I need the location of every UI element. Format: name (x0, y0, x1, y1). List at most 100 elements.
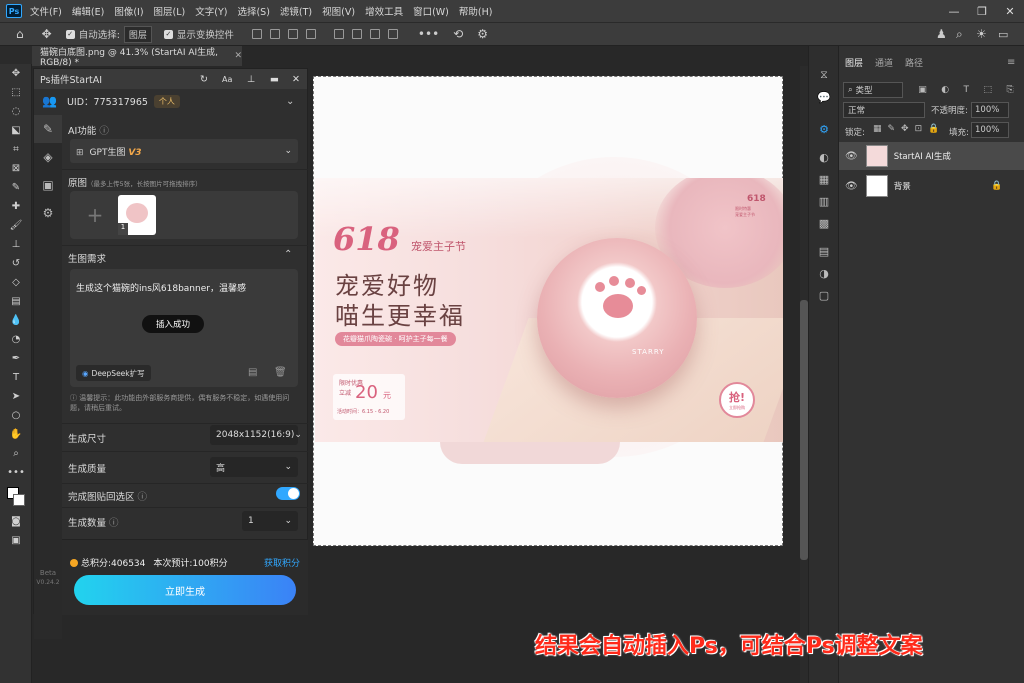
screen-mode-icon[interactable]: ▣ (0, 531, 32, 550)
pixel-filter-icon[interactable]: ▣ (918, 85, 927, 95)
layer-filter-dropdown[interactable]: ⌕ 类型 (843, 82, 903, 98)
properties-icon[interactable]: ▢ (809, 284, 839, 306)
more-tools-icon[interactable]: ••• (0, 463, 32, 482)
menu-file[interactable]: 文件(F) (30, 4, 62, 18)
add-image-icon[interactable]: + (76, 195, 114, 235)
align-left-icon[interactable] (251, 29, 262, 39)
shape-tool-icon[interactable]: ○ (0, 406, 32, 425)
zoom-tool-icon[interactable]: ⌕ (0, 444, 32, 463)
gradients-icon[interactable]: ▥ (809, 190, 839, 212)
refresh-icon[interactable]: ↻ (200, 74, 208, 85)
close-plugin-icon[interactable]: ✕ (292, 74, 300, 85)
distribute-vertical-icon[interactable] (387, 29, 398, 39)
frame-tool-icon[interactable]: ⊠ (0, 159, 32, 178)
blend-mode-dropdown[interactable]: 正常 (843, 102, 925, 118)
auto-select-dropdown[interactable]: 图层 (123, 25, 152, 43)
layer-row[interactable]: 👁 StartAI AI生成 (839, 142, 1024, 170)
tab-layers[interactable]: 图层 (839, 56, 869, 69)
align-center-icon[interactable] (269, 29, 280, 39)
search-icon[interactable]: ⌕ (956, 27, 963, 42)
minimize-icon[interactable]: — (940, 0, 968, 22)
menu-filter[interactable]: 滤镜(T) (280, 4, 312, 18)
adjust-filter-icon[interactable]: ◐ (941, 85, 949, 95)
menu-image[interactable]: 图像(I) (114, 4, 143, 18)
auto-select-checkbox[interactable]: ✓ 自动选择: (65, 27, 120, 41)
brush-tool-icon[interactable]: 🖌 (0, 216, 32, 235)
plugin-settings-icon[interactable]: ⚙ (34, 199, 62, 227)
deepseek-button[interactable]: ◉ DeepSeek扩写 (76, 365, 151, 381)
move-tool-icon[interactable]: ✥ (42, 27, 52, 41)
type-tool-icon[interactable]: T (0, 368, 32, 387)
lock-icons[interactable]: ▦✎✥⊡🔒 (873, 124, 945, 134)
menu-select[interactable]: 选择(S) (237, 4, 269, 18)
font-size-icon[interactable]: Aa (222, 75, 232, 84)
menu-window[interactable]: 窗口(W) (413, 4, 449, 18)
history-icon[interactable]: ▤ (248, 367, 257, 378)
panel-menu-icon[interactable]: ≡ (1007, 57, 1015, 68)
close-icon[interactable]: ✕ (996, 0, 1024, 22)
save-icon[interactable]: ▣ (34, 171, 62, 199)
ai-draw-icon[interactable]: ✎ (34, 115, 62, 143)
document-tab[interactable]: 猫碗白底图.png @ 41.3% (StartAI AI生成, RGB/8) … (32, 46, 242, 68)
move-tool-icon[interactable]: ✥ (0, 64, 32, 83)
3d-mode-icon[interactable]: ⟲ (453, 27, 463, 41)
chevron-up-icon[interactable]: ⌃ (284, 249, 292, 260)
more-options-icon[interactable]: ••• (418, 27, 439, 41)
history-panel-icon[interactable]: ⧖ (809, 64, 839, 86)
maximize-icon[interactable]: ❐ (968, 0, 996, 22)
marquee-tool-icon[interactable]: ⬚ (0, 83, 32, 102)
menu-help[interactable]: 帮助(H) (459, 4, 493, 18)
distribute-icon[interactable] (305, 29, 316, 39)
model-dropdown[interactable]: ⊞ GPT生图 V3 ⌄ (70, 139, 298, 163)
menu-plugins[interactable]: 增效工具 (365, 4, 403, 18)
crop-tool-icon[interactable]: ⌗ (0, 140, 32, 159)
tab-channels[interactable]: 通道 (869, 56, 899, 69)
align-bottom-icon[interactable] (369, 29, 380, 39)
brightness-icon[interactable]: ☀ (976, 27, 987, 41)
comments-icon[interactable]: 💬 (809, 86, 839, 108)
get-points-link[interactable]: 获取积分 (264, 556, 300, 569)
eyedropper-icon[interactable]: ✎ (0, 178, 32, 197)
gradient-icon[interactable]: ▤ (0, 292, 32, 311)
generate-button[interactable]: 立即生成 (74, 575, 296, 605)
eraser-icon[interactable]: ◇ (0, 273, 32, 292)
color-swatches-icon[interactable] (0, 482, 32, 512)
quality-dropdown[interactable]: 高 ⌄ (210, 457, 298, 477)
trash-icon[interactable]: 🗑 (274, 367, 287, 378)
patterns-icon[interactable]: ▩ (809, 212, 839, 234)
layers-stack-icon[interactable]: ◈ (34, 143, 62, 171)
generated-banner-image[interactable]: STARRY 618 宠爱主子节 宠爱好物 喵生更幸福 花瓣猫爪陶瓷碗 · 呵护… (315, 178, 783, 442)
tab-paths[interactable]: 路径 (899, 56, 929, 69)
libraries-icon[interactable]: ▤ (809, 240, 839, 262)
object-select-icon[interactable]: ⬕ (0, 121, 32, 140)
pen-tool-icon[interactable]: ✒ (0, 349, 32, 368)
adjustments-icon[interactable]: ◑ (809, 262, 839, 284)
swatches-icon[interactable]: ▦ (809, 168, 839, 190)
scrollbar-thumb[interactable] (800, 300, 808, 560)
dodge-tool-icon[interactable]: ◔ (0, 330, 32, 349)
history-brush-icon[interactable]: ↺ (0, 254, 32, 273)
close-tab-icon[interactable]: ✕ (234, 51, 242, 61)
pin-icon[interactable]: ⊥ (247, 74, 255, 85)
path-select-icon[interactable]: ➤ (0, 387, 32, 406)
menu-edit[interactable]: 编辑(E) (72, 4, 104, 18)
chevron-down-icon[interactable]: ⌄ (286, 96, 294, 107)
source-image-thumbnail[interactable]: 1 (118, 195, 156, 235)
startai-panel-icon[interactable]: ⚙ (809, 118, 839, 140)
show-transform-checkbox[interactable]: ✓ 显示变换控件 (163, 27, 234, 41)
count-dropdown[interactable]: 1 ⌄ (242, 511, 298, 531)
prompt-textarea[interactable]: 生成这个猫碗的ins风618banner，温馨感 插入成功 ◉ DeepSeek扩… (70, 269, 298, 387)
menu-layer[interactable]: 图层(L) (154, 4, 186, 18)
type-filter-icon[interactable]: T (964, 85, 970, 95)
paste-back-toggle[interactable] (276, 487, 300, 500)
settings-gear-icon[interactable]: ⚙ (477, 27, 488, 41)
smart-filter-icon[interactable]: ⎘ (1007, 85, 1014, 95)
color-panel-icon[interactable]: ◐ (809, 146, 839, 168)
fill-input[interactable]: 100% (971, 122, 1009, 138)
collapse-icon[interactable]: ▬ (270, 74, 279, 85)
align-right-icon[interactable] (287, 29, 298, 39)
menu-view[interactable]: 视图(V) (322, 4, 355, 18)
stamp-tool-icon[interactable]: ⊥ (0, 235, 32, 254)
blur-tool-icon[interactable]: 💧 (0, 311, 32, 330)
lasso-tool-icon[interactable]: ◌ (0, 102, 32, 121)
